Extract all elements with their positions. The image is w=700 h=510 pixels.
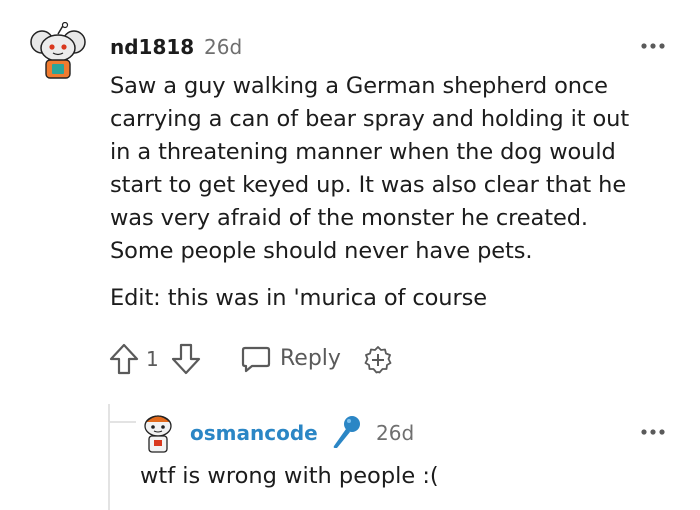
reply-body: wtf is wrong with people :( <box>140 463 439 489</box>
snoo-avatar-icon <box>30 21 86 79</box>
comment-line: Saw a guy walking a German shepherd once <box>110 73 608 99</box>
comment-line: Some people should never have pets. <box>110 238 533 264</box>
reply-more-options-button[interactable] <box>640 422 666 442</box>
more-options-icon <box>641 43 665 49</box>
thread-connector <box>110 421 136 423</box>
comment-author[interactable]: nd1818 <box>110 34 194 60</box>
vote-count: 1 <box>146 347 159 371</box>
upvote-icon <box>109 343 139 375</box>
avatar[interactable] <box>28 21 88 80</box>
award-add-icon <box>364 346 392 374</box>
reply-label: Reply <box>280 346 341 371</box>
award-button[interactable] <box>362 344 394 376</box>
comment-body: Saw a guy walking a German shepherd once… <box>110 70 670 268</box>
microphone-icon <box>333 416 360 448</box>
thread-line[interactable] <box>108 404 110 510</box>
reply-bubble-icon <box>241 346 271 373</box>
comment-edit-note: Edit: this was in 'murica of course <box>110 285 487 311</box>
comment-line: start to get keyed up. It was also clear… <box>110 172 627 198</box>
more-options-button[interactable] <box>640 36 666 56</box>
reply-button[interactable]: Reply <box>240 342 341 376</box>
downvote-button[interactable] <box>170 342 202 376</box>
upvote-button[interactable] <box>108 342 140 376</box>
snoo-avatar-icon <box>144 415 172 453</box>
reply-avatar[interactable] <box>140 412 176 454</box>
reply-author[interactable]: osmancode <box>190 420 318 446</box>
comment-line: in a threatening manner when the dog wou… <box>110 139 616 165</box>
comment-line: carrying a can of bear spray and holding… <box>110 106 630 132</box>
more-options-icon <box>641 429 665 435</box>
comment-age: 26d <box>204 35 243 59</box>
reply-age: 26d <box>376 421 415 445</box>
comment-line: was very afraid of the monster he create… <box>110 205 588 231</box>
user-flair <box>330 414 362 450</box>
downvote-icon <box>171 343 201 375</box>
